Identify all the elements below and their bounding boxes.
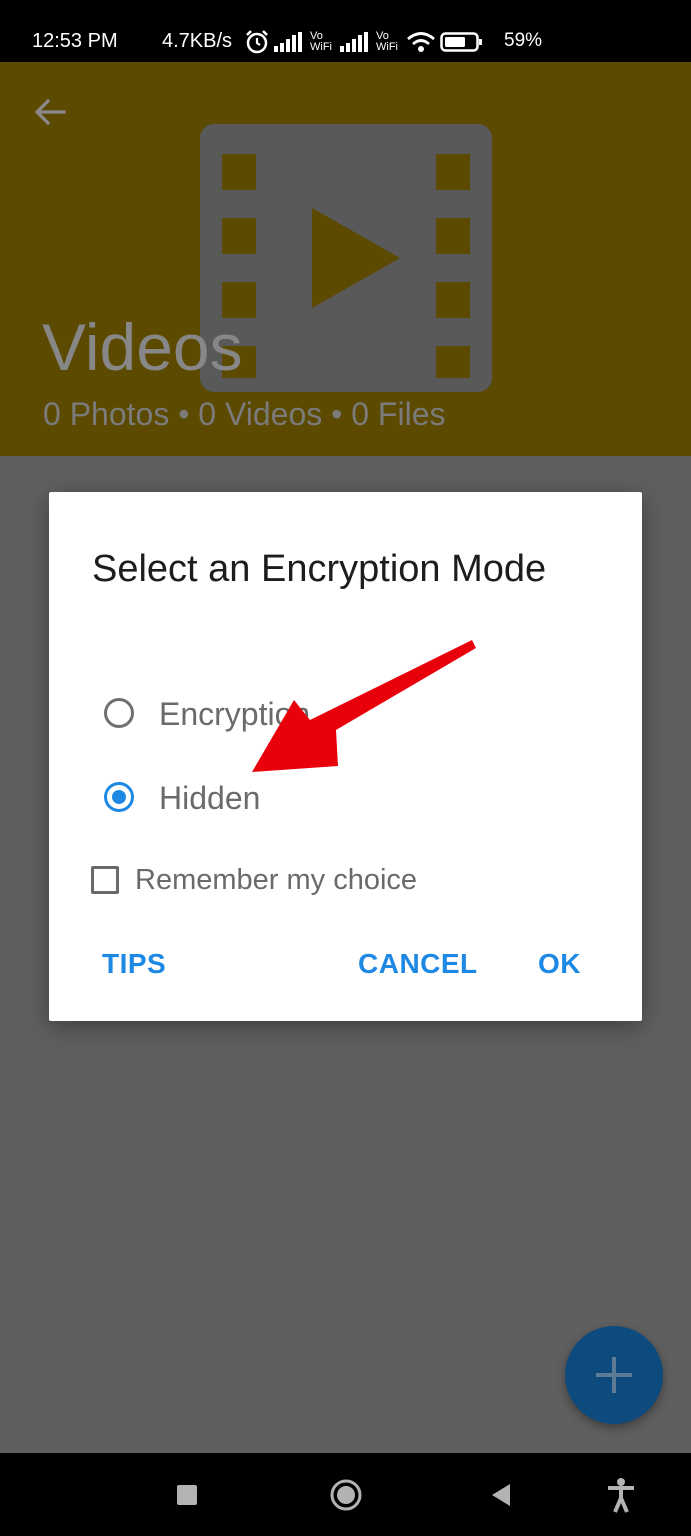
remember-choice-checkbox[interactable] (91, 866, 119, 894)
triangle-back-icon[interactable] (482, 1476, 520, 1514)
accessibility-icon[interactable] (602, 1476, 640, 1514)
signal-icon (274, 32, 302, 52)
back-arrow-icon[interactable] (30, 92, 70, 132)
battery-percent: 59% (504, 30, 543, 51)
vowifi-icon: Vo WiFi (310, 30, 332, 53)
film-play-icon (200, 124, 492, 392)
tips-button[interactable]: TIPS (102, 950, 166, 978)
plus-icon (596, 1357, 632, 1393)
status-time: 12:53 PM (32, 30, 118, 52)
encryption-mode-dialog: Select an Encryption Mode Encryption Hid… (49, 492, 642, 1021)
option-hidden-label[interactable]: Hidden (159, 782, 260, 814)
battery-icon (440, 32, 482, 52)
network-speed: 4.7KB/s (162, 30, 233, 52)
dialog-title: Select an Encryption Mode (92, 548, 547, 590)
radio-encryption[interactable] (104, 698, 134, 728)
add-button[interactable] (565, 1326, 663, 1424)
album-counts: 0 Photos • 0 Videos • 0 Files (43, 396, 446, 432)
wifi-icon (407, 32, 435, 52)
option-encryption-label[interactable]: Encryption (159, 698, 310, 730)
album-title: Videos (42, 310, 243, 384)
square-recents-icon[interactable] (168, 1476, 206, 1514)
status-bar: 12:53 PM 4.7KB/s Vo WiFi Vo WiFi 59% (0, 0, 691, 62)
vowifi-icon: Vo WiFi (376, 30, 398, 53)
alarm-icon (246, 30, 268, 54)
circle-home-icon[interactable] (327, 1476, 365, 1514)
status-icons: Vo WiFi Vo WiFi (244, 28, 484, 56)
signal-icon (340, 32, 368, 52)
ok-button[interactable]: OK (538, 950, 581, 978)
radio-hidden[interactable] (104, 782, 134, 812)
cancel-button[interactable]: CANCEL (358, 950, 478, 978)
remember-choice-label[interactable]: Remember my choice (135, 866, 417, 895)
